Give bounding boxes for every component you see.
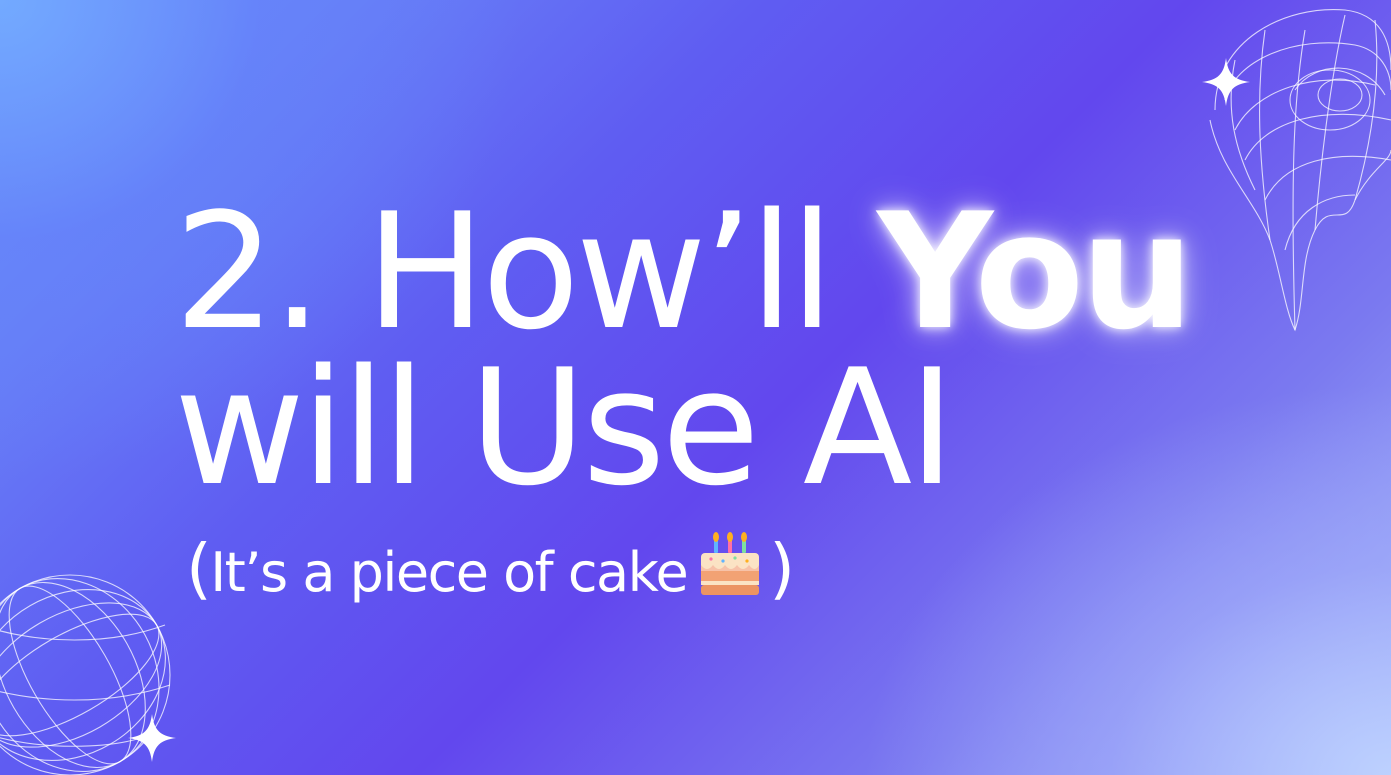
sparkle-icon: [1202, 58, 1250, 106]
slide-title-line-2: will Use AI: [174, 334, 955, 521]
subtitle-text: It’s a piece of cake: [210, 541, 688, 604]
birthday-cake-icon: [697, 531, 763, 606]
slide: 2. How’ll You will Use AI (It’s a piece …: [0, 0, 1391, 775]
subtitle-close-paren: ): [769, 530, 795, 607]
slide-subtitle: (It’s a piece of cake): [186, 531, 795, 614]
wireframe-blob-decoration: [1209, 8, 1391, 332]
slide-title-line-1: 2. How’ll You: [174, 192, 1194, 352]
sparkle-icon: [128, 714, 176, 762]
subtitle-open-paren: (: [186, 530, 212, 607]
